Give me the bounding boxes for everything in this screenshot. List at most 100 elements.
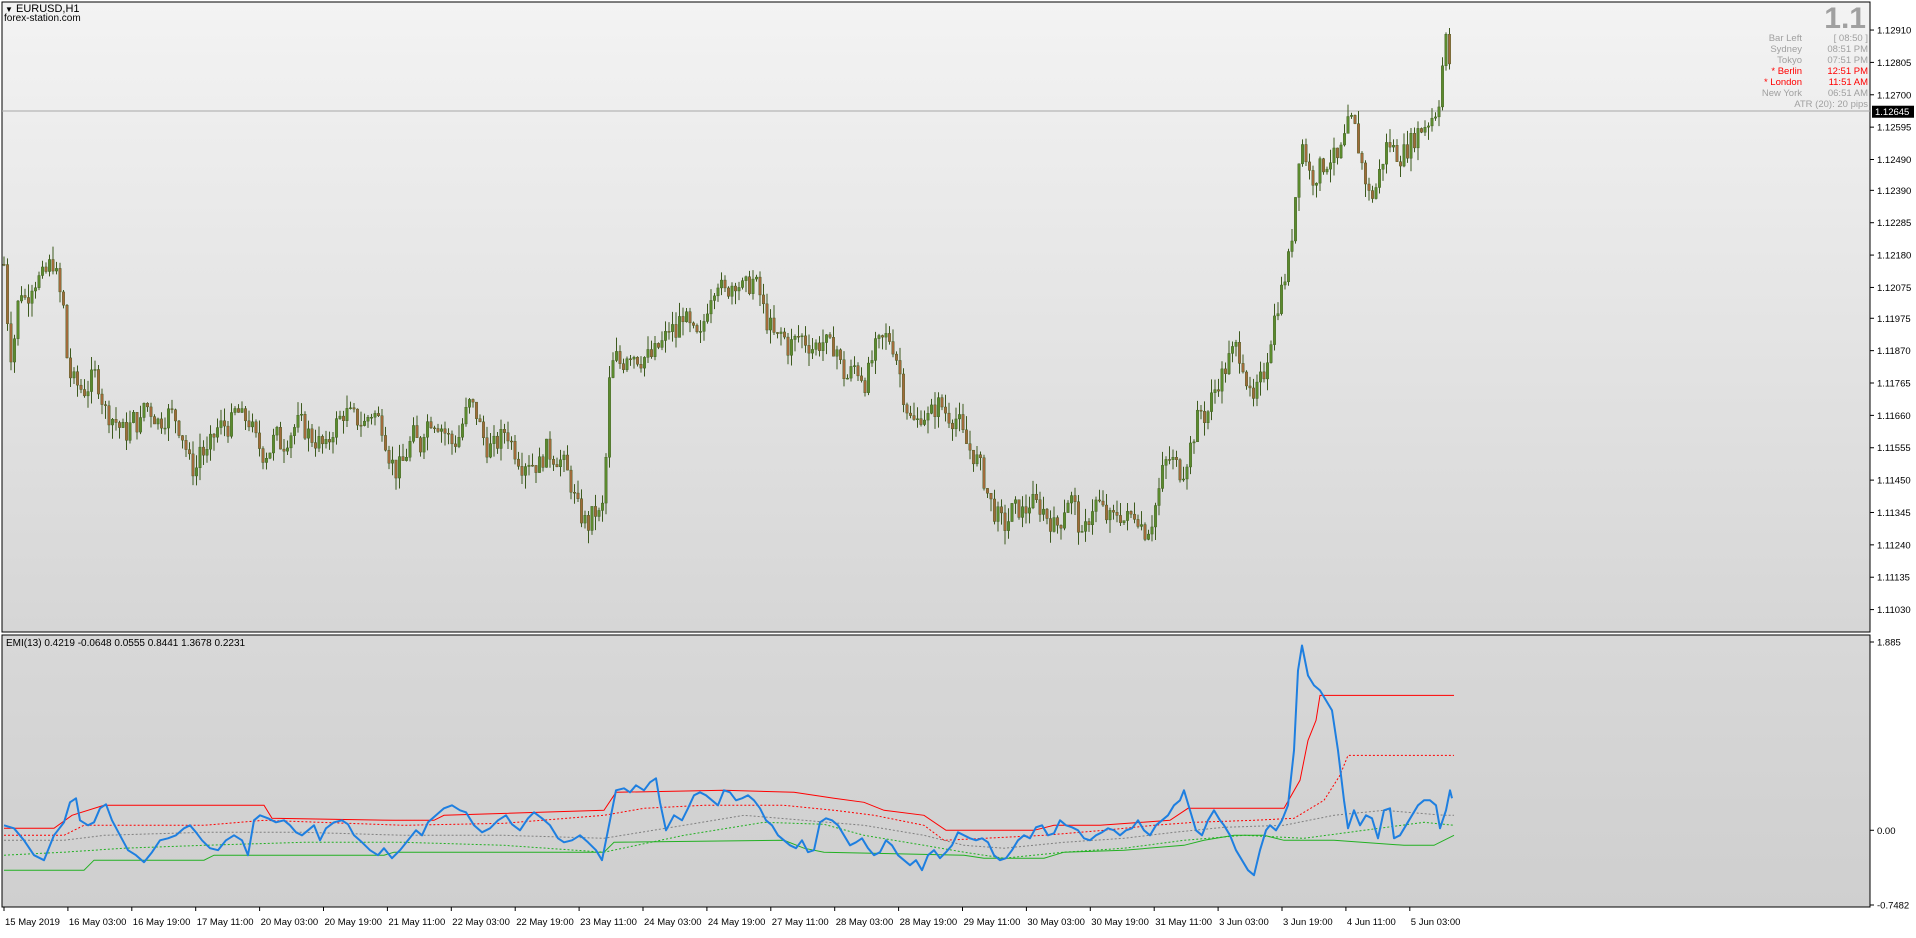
candle-bear: [1367, 183, 1371, 191]
price-axis-label: 1.12490: [1877, 155, 1911, 166]
candle-bear: [881, 335, 884, 338]
candle-bull: [1266, 362, 1269, 380]
candle-bull: [1161, 465, 1164, 489]
candle-bull: [744, 276, 748, 281]
candle-bull: [825, 334, 828, 343]
info-row-value: 12:51 PM: [1827, 66, 1868, 77]
time-axis: 15 May 2019 16 May 03:00 16 May 19:00 17 Ma…: [3, 907, 1460, 928]
candle-bear: [401, 456, 405, 461]
price-axis-label: 1.12075: [1877, 283, 1911, 294]
candle-bear: [212, 433, 216, 438]
candle-bear: [1038, 499, 1042, 515]
candle-bull: [307, 428, 310, 439]
price-axis-label: 1.12700: [1877, 90, 1911, 101]
candle-bear: [723, 279, 727, 289]
candle-bull: [702, 321, 706, 332]
candle-bear: [839, 349, 842, 360]
price-axis-label: 1.12285: [1877, 218, 1911, 229]
indicator-label: EMI(13) 0.4219 -0.0648 0.0555 0.8441 1.3…: [6, 638, 246, 649]
candle-bull: [755, 276, 758, 280]
candle-bull: [205, 449, 209, 456]
chart-canvas[interactable]: 1.129101.128051.127001.125951.124901.123…: [0, 0, 1916, 933]
candle-bear: [989, 493, 993, 500]
candle-bull: [1290, 240, 1294, 252]
candle-bear: [177, 420, 181, 436]
candle-bear: [1175, 457, 1178, 460]
candle-bull: [751, 278, 755, 294]
candle-bull: [583, 515, 587, 524]
candle-bear: [1224, 368, 1227, 375]
candle-bull: [930, 404, 933, 414]
candle-bull: [233, 408, 237, 413]
candle-bear: [1035, 493, 1038, 500]
price-axis-label: 1.11345: [1877, 508, 1911, 519]
candle-bear: [184, 440, 188, 450]
info-row: ATR (20): 20 pips: [1700, 99, 1868, 110]
candle-bear: [776, 332, 779, 334]
candle-bull: [1196, 409, 1199, 443]
candle-bull: [405, 457, 408, 461]
candle-bull: [1255, 381, 1259, 399]
indicator-pane[interactable]: [1, 634, 1871, 908]
candle-bull: [268, 452, 272, 459]
candle-bull: [1332, 147, 1336, 163]
candle-bear: [1073, 495, 1077, 502]
candle-bear: [23, 295, 27, 298]
price-axis-label: 1.12805: [1877, 58, 1911, 69]
spread-display: 1.1: [1824, 2, 1866, 35]
candle-bear: [1238, 342, 1241, 364]
candle-bear: [909, 412, 912, 416]
candle-bull: [685, 311, 688, 323]
candle-bull: [408, 441, 412, 458]
candle-bull: [1070, 495, 1073, 504]
candle-bull: [1084, 521, 1087, 532]
candle-bear: [191, 453, 195, 477]
time-axis-label: 20 May 19:00: [325, 917, 383, 928]
candle-bull: [1007, 521, 1010, 531]
time-axis-label: 3 Jun 03:00: [1219, 917, 1269, 928]
info-row-value: 06:51 AM: [1827, 88, 1868, 99]
candle-bear: [279, 427, 282, 450]
price-pane[interactable]: [1, 1, 1871, 633]
candle-bear: [482, 421, 485, 438]
candle-bull: [457, 437, 461, 447]
candle-bull: [1091, 511, 1094, 526]
info-row: Sydney 08:51 PM: [1700, 44, 1868, 55]
candle-bull: [835, 349, 839, 357]
candle-bull: [1164, 459, 1168, 466]
candle-bear: [244, 408, 247, 422]
candle-bear: [419, 437, 422, 453]
candle-bull: [1343, 133, 1346, 146]
candle-bull: [349, 407, 352, 409]
candle-bear: [188, 449, 191, 455]
candle-bear: [1406, 144, 1409, 159]
candle-bull: [1273, 315, 1276, 345]
candle-bear: [100, 393, 104, 405]
info-row-label: ATR (20): 20 pips: [1794, 99, 1868, 110]
candle-bull: [590, 506, 594, 531]
candle-bear: [1105, 504, 1108, 521]
candle-bear: [1024, 506, 1028, 514]
candle-bear: [1241, 363, 1245, 373]
candle-bull: [1392, 145, 1395, 148]
candle-bear: [1000, 506, 1003, 514]
candle-bull: [324, 439, 328, 445]
info-row: Bar Left [ 08:50 ]: [1700, 33, 1868, 44]
candle-bear: [58, 268, 62, 293]
candle-bull: [1010, 503, 1014, 522]
candle-bull: [373, 413, 377, 418]
candle-bear: [1119, 515, 1122, 523]
candle-bull: [440, 428, 443, 432]
candle-bull: [1325, 168, 1329, 173]
candle-bull: [293, 427, 296, 436]
candle-bull: [524, 466, 527, 476]
candle-bull: [1231, 346, 1234, 354]
candle-bear: [475, 401, 478, 419]
chart-window[interactable]: 1.12910 1.12805 1.12700 1.12595 1.12490 1.123…: [0, 0, 1916, 933]
price-axis-label: 1.11660: [1877, 411, 1911, 422]
candle-bear: [594, 506, 597, 517]
candle-bear: [2, 264, 6, 266]
candle-bear: [83, 389, 86, 397]
candle-bear: [905, 404, 909, 414]
candle-bull: [195, 467, 198, 477]
